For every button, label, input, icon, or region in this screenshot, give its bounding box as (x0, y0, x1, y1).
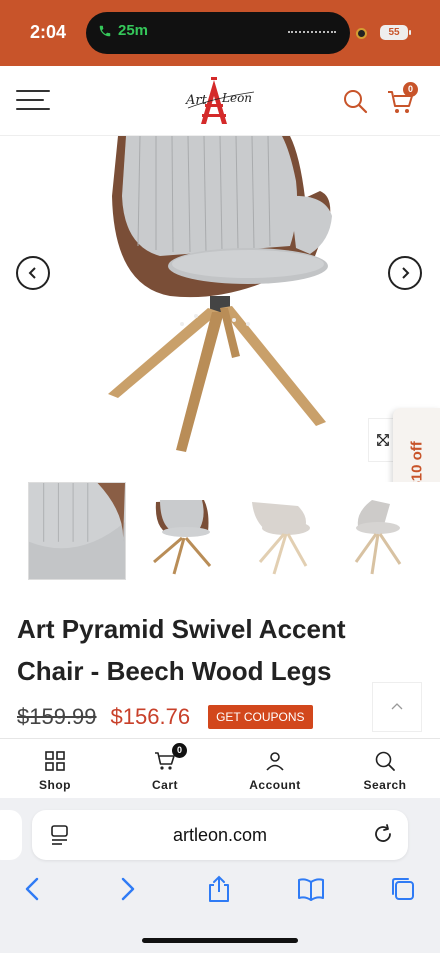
nav-shop[interactable]: Shop (0, 739, 110, 798)
product-thumbnail[interactable] (28, 482, 126, 580)
chevron-up-icon (391, 703, 403, 710)
battery-icon: 55 (380, 25, 411, 40)
header-search-button[interactable] (342, 88, 368, 114)
sale-price: $156.76 (110, 704, 191, 729)
tabs-icon[interactable] (388, 874, 418, 904)
artleon-logo[interactable]: Art Leon (184, 74, 258, 126)
nav-account[interactable]: Account (220, 739, 330, 798)
expand-icon (377, 434, 389, 446)
site-header: Art Leon 0 (0, 66, 440, 136)
url-text: artleon.com (172, 825, 268, 845)
search-icon (344, 90, 368, 114)
island-audio-wave (288, 31, 336, 33)
call-indicator[interactable]: 25m (98, 22, 148, 39)
previous-tab-edge[interactable] (0, 810, 22, 860)
home-indicator[interactable] (142, 938, 298, 943)
nav-cart-badge: 0 (172, 743, 187, 758)
carousel-next-button[interactable] (388, 256, 422, 290)
browser-tools (0, 872, 440, 912)
grid-icon (45, 751, 65, 771)
chevron-right-icon (402, 267, 410, 279)
get-coupons-button[interactable]: GET COUPONS (208, 705, 313, 729)
scroll-to-top-button[interactable] (372, 682, 422, 732)
nav-search-label: Search (363, 778, 407, 792)
search-icon (375, 751, 395, 771)
status-bar: 2:04 25m 55 (0, 0, 440, 66)
header-cart-button[interactable]: 0 (386, 82, 418, 116)
forward-icon[interactable] (112, 874, 142, 904)
carousel-prev-button[interactable] (16, 256, 50, 290)
browser-toolbar: artleon.com (0, 798, 440, 953)
back-icon[interactable] (18, 874, 48, 904)
battery-level: 55 (388, 27, 400, 38)
product-main-image[interactable] (100, 136, 340, 456)
phone-icon (99, 25, 111, 36)
status-time: 2:04 (30, 22, 67, 42)
nav-search[interactable]: Search (330, 739, 440, 798)
nav-account-label: Account (249, 778, 301, 792)
menu-icon-line (16, 99, 44, 101)
nav-shop-label: Shop (39, 778, 71, 792)
header-cart-badge: 0 (403, 82, 418, 97)
bookmarks-icon[interactable] (296, 874, 326, 904)
nav-cart-label: Cart (151, 778, 178, 792)
call-duration: 25m (118, 22, 149, 39)
product-thumbnail[interactable] (134, 482, 232, 580)
product-thumbnail[interactable] (342, 482, 440, 580)
product-title: Art Pyramid Swivel Accent Chair - Beech … (17, 614, 346, 686)
dynamic-island[interactable]: 25m (86, 12, 350, 54)
menu-button[interactable] (16, 90, 52, 112)
camera-indicator-icon (356, 28, 367, 39)
price-row: $159.99 $156.76 GET COUPONS (17, 704, 313, 730)
share-icon[interactable] (204, 874, 234, 904)
nav-cart[interactable]: 0 Cart (110, 739, 220, 798)
original-price: $159.99 (17, 704, 97, 729)
product-thumbnails (0, 476, 440, 586)
reload-icon[interactable] (372, 823, 394, 845)
product-image-carousel[interactable] (0, 136, 440, 468)
address-bar[interactable]: artleon.com (32, 810, 408, 860)
product-thumbnail[interactable] (238, 482, 336, 580)
chevron-left-icon (28, 267, 36, 279)
site-bottom-nav: Shop 0 Cart Account Search (0, 738, 440, 798)
menu-icon-line (16, 90, 50, 92)
person-icon (266, 752, 284, 771)
svg-text:Art: Art (185, 93, 208, 108)
menu-icon-line (16, 108, 50, 110)
